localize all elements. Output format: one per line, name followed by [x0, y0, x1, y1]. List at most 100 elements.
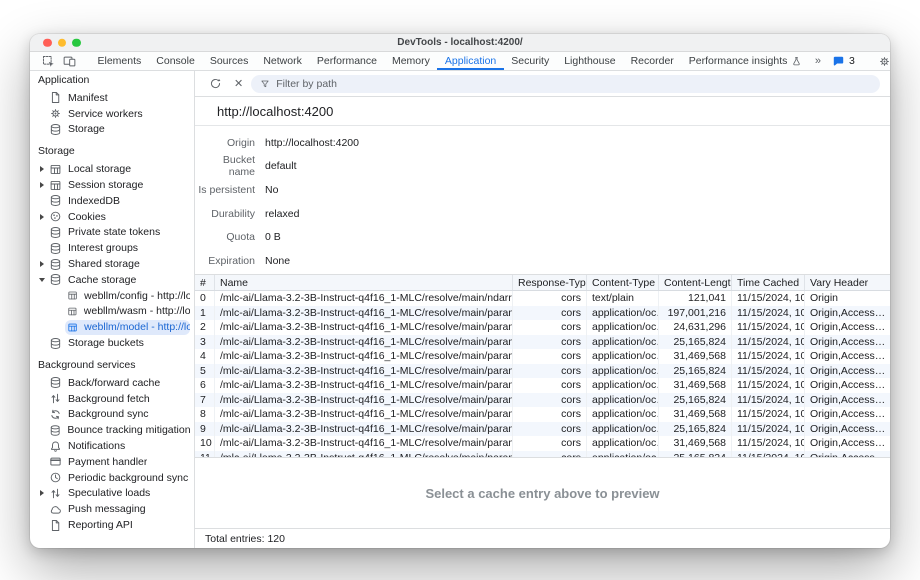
tab-label: Performance — [317, 55, 377, 67]
refresh-button[interactable] — [205, 77, 226, 90]
sidebar-item-back-forward-cache[interactable]: Back/forward cache — [30, 375, 194, 391]
sidebar-item-label: Back/forward cache — [68, 377, 160, 389]
sidebar-item-webllm-wasm-http-loca[interactable]: webllm/wasm - http://loca… — [30, 304, 194, 320]
tab-recorder[interactable]: Recorder — [623, 52, 681, 70]
titlebar[interactable]: DevTools - localhost:4200/ — [30, 34, 890, 52]
cell-content-length: 25,165,824 — [659, 364, 732, 379]
table-row[interactable]: 10/mlc-ai/Llama-3.2-3B-Instruct-q4f16_1-… — [195, 436, 890, 451]
chevron-right-icon[interactable] — [37, 214, 47, 220]
tab-label: Performance insights — [689, 55, 788, 67]
column-header-content-type[interactable]: Content-Type — [587, 275, 659, 290]
table-row[interactable]: 6/mlc-ai/Llama-3.2-3B-Instruct-q4f16_1-M… — [195, 378, 890, 393]
column-header-content-length[interactable]: Content-Length — [659, 275, 732, 290]
cell-vary-header: Origin,Access… — [805, 335, 890, 350]
column-header-response-type[interactable]: Response-Type — [513, 275, 587, 290]
sidebar-item-periodic-background-sync[interactable]: Periodic background sync — [30, 470, 194, 486]
sidebar-item-background-fetch[interactable]: Background fetch — [30, 391, 194, 407]
chevron-right-icon[interactable] — [37, 490, 47, 496]
chevron-down-icon[interactable] — [37, 278, 47, 282]
cell-content-length: 24,631,296 — [659, 320, 732, 335]
toggle-device-toolbar-button[interactable] — [59, 52, 80, 70]
sidebar-item-private-state-tokens[interactable]: Private state tokens — [30, 225, 194, 241]
column-header--[interactable]: # — [195, 275, 215, 290]
cell-vary-header: Origin,Access… — [805, 349, 890, 364]
tab-elements[interactable]: Elements — [90, 52, 149, 70]
sidebar-item-cache-storage[interactable]: Cache storage — [30, 272, 194, 288]
sidebar-item-bounce-tracking-mitigations[interactable]: Bounce tracking mitigations — [30, 422, 194, 438]
tab-network[interactable]: Network — [256, 52, 310, 70]
table-row[interactable]: 8/mlc-ai/Llama-3.2-3B-Instruct-q4f16_1-M… — [195, 407, 890, 422]
minimize-window-button[interactable] — [58, 38, 67, 47]
tab-console[interactable]: Console — [149, 52, 203, 70]
delete-selected-button[interactable]: ✕ — [234, 77, 243, 90]
table-row[interactable]: 9/mlc-ai/Llama-3.2-3B-Instruct-q4f16_1-M… — [195, 422, 890, 437]
chevron-right-icon[interactable] — [37, 182, 47, 188]
metadata-row: Bucket namedefault — [195, 155, 890, 179]
sidebar-item-service-workers[interactable]: Service workers — [30, 106, 194, 122]
column-header-name[interactable]: Name — [215, 275, 513, 290]
cell-time-cached: 11/15/2024, 10… — [732, 407, 805, 422]
sidebar-item-cookies[interactable]: Cookies — [30, 209, 194, 225]
sidebar-item-payment-handler[interactable]: Payment handler — [30, 454, 194, 470]
sidebar-item-notifications[interactable]: Notifications — [30, 438, 194, 454]
table-row[interactable]: 5/mlc-ai/Llama-3.2-3B-Instruct-q4f16_1-M… — [195, 364, 890, 379]
zoom-window-button[interactable] — [72, 38, 81, 47]
sidebar-item-reporting-api[interactable]: Reporting API — [30, 517, 194, 533]
close-window-button[interactable] — [43, 38, 52, 47]
cell-content-length: 25,165,824 — [659, 451, 732, 458]
chevron-right-icon[interactable] — [37, 261, 47, 267]
metadata-label: Origin — [195, 137, 255, 149]
tab-security[interactable]: Security — [504, 52, 557, 70]
sidebar-item-storage[interactable]: Storage — [30, 122, 194, 138]
sidebar-item-background-sync[interactable]: Background sync — [30, 407, 194, 423]
tab-performance-insights[interactable]: Performance insights — [681, 52, 810, 70]
sidebar-item-local-storage[interactable]: Local storage — [30, 161, 194, 177]
table-row[interactable]: 11/mlc-ai/Llama-3.2-3B-Instruct-q4f16_1-… — [195, 451, 890, 458]
column-header-time-cached[interactable]: Time Cached — [732, 275, 805, 290]
cell-time-cached: 11/15/2024, 10… — [732, 451, 805, 458]
tab-memory[interactable]: Memory — [384, 52, 437, 70]
tab-application[interactable]: Application — [437, 52, 503, 70]
table-row[interactable]: 7/mlc-ai/Llama-3.2-3B-Instruct-q4f16_1-M… — [195, 393, 890, 408]
filter-pill[interactable] — [251, 75, 880, 93]
tab-sources[interactable]: Sources — [202, 52, 256, 70]
sidebar-item-shared-storage[interactable]: Shared storage — [30, 256, 194, 272]
clock-icon — [49, 471, 62, 484]
filter-input[interactable] — [276, 78, 871, 90]
settings-gear-button[interactable] — [874, 55, 890, 68]
cell-time-cached: 11/15/2024, 10… — [732, 436, 805, 451]
cell--: 4 — [195, 349, 215, 364]
filter-funnel-icon — [260, 79, 270, 89]
table-row[interactable]: 2/mlc-ai/Llama-3.2-3B-Instruct-q4f16_1-M… — [195, 320, 890, 335]
chevron-right-icon[interactable] — [37, 166, 47, 172]
sidebar-item-webllm-model-http-loc[interactable]: webllm/model - http://loc… — [30, 319, 194, 335]
table-row[interactable]: 4/mlc-ai/Llama-3.2-3B-Instruct-q4f16_1-M… — [195, 349, 890, 364]
table-row[interactable]: 3/mlc-ai/Llama-3.2-3B-Instruct-q4f16_1-M… — [195, 335, 890, 350]
column-header-vary-header[interactable]: Vary Header — [805, 275, 890, 290]
cell-response-type: cors — [513, 422, 587, 437]
tab-lighthouse[interactable]: Lighthouse — [557, 52, 623, 70]
sidebar-item-webllm-config-http-loc[interactable]: webllm/config - http://loc… — [30, 288, 194, 304]
cell-time-cached: 11/15/2024, 10… — [732, 320, 805, 335]
sidebar-item-label: webllm/model - http://loc… — [84, 321, 190, 333]
sidebar-item-speculative-loads[interactable]: Speculative loads — [30, 486, 194, 502]
cookie-icon — [49, 210, 62, 223]
metadata-row: Is persistentNo — [195, 178, 890, 202]
tab-performance[interactable]: Performance — [309, 52, 384, 70]
table-row[interactable]: 1/mlc-ai/Llama-3.2-3B-Instruct-q4f16_1-M… — [195, 306, 890, 321]
sidebar-item-label: Push messaging — [68, 503, 146, 515]
cell-time-cached: 11/15/2024, 10… — [732, 378, 805, 393]
more-tabs-button[interactable]: » — [810, 55, 826, 67]
inspect-element-button[interactable] — [38, 52, 59, 70]
sidebar-item-indexeddb[interactable]: IndexedDB — [30, 193, 194, 209]
tab-label: Lighthouse — [564, 55, 615, 67]
tab-label: Security — [511, 55, 549, 67]
sidebar-item-interest-groups[interactable]: Interest groups — [30, 240, 194, 256]
sidebar-item-session-storage[interactable]: Session storage — [30, 177, 194, 193]
sidebar-item-push-messaging[interactable]: Push messaging — [30, 501, 194, 517]
sidebar-item-storage-buckets[interactable]: Storage buckets — [30, 335, 194, 351]
console-messages-indicator[interactable]: 3 — [828, 55, 859, 68]
table-row[interactable]: 0/mlc-ai/Llama-3.2-3B-Instruct-q4f16_1-M… — [195, 291, 890, 306]
sidebar-item-manifest[interactable]: Manifest — [30, 90, 194, 106]
cache-storage-panel: ✕ http://localhost:4200 Originhttp://loc… — [195, 71, 890, 548]
